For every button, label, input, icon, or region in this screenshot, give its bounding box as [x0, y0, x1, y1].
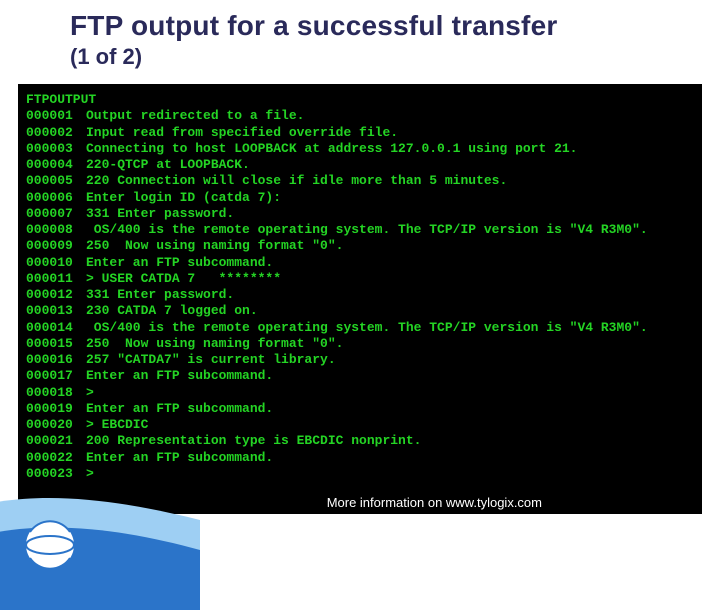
- slide-subtitle: (1 of 2): [70, 44, 720, 70]
- terminal-line: 000007 331 Enter password.: [26, 206, 694, 222]
- terminal-lineno: 000006: [26, 190, 86, 206]
- terminal-line: 000013 230 CATDA 7 logged on.: [26, 303, 694, 319]
- terminal-line-text: 250 Now using naming format "0".: [86, 238, 694, 254]
- terminal-lineno: 000010: [26, 255, 86, 271]
- terminal-line: 000003 Connecting to host LOOPBACK at ad…: [26, 141, 694, 157]
- terminal-line-text: Enter login ID (catda 7):: [86, 190, 694, 206]
- terminal-line: 000010 Enter an FTP subcommand.: [26, 255, 694, 271]
- terminal-line: 000018 >: [26, 385, 694, 401]
- terminal-line-text: 257 "CATDA7" is current library.: [86, 352, 694, 368]
- terminal-lineno: 000019: [26, 401, 86, 417]
- terminal-line: 000006 Enter login ID (catda 7):: [26, 190, 694, 206]
- terminal-line-text: 200 Representation type is EBCDIC nonpri…: [86, 433, 694, 449]
- terminal-line: 000012 331 Enter password.: [26, 287, 694, 303]
- terminal-line-text: 220-QTCP at LOOPBACK.: [86, 157, 694, 173]
- terminal-line: 000008 OS/400 is the remote operating sy…: [26, 222, 694, 238]
- terminal-lineno: 000014: [26, 320, 86, 336]
- terminal-line: 000005 220 Connection will close if idle…: [26, 173, 694, 189]
- terminal-lineno: 000011: [26, 271, 86, 287]
- terminal-lineno: 000015: [26, 336, 86, 352]
- terminal-lineno: 000004: [26, 157, 86, 173]
- terminal-line: 000019 Enter an FTP subcommand.: [26, 401, 694, 417]
- terminal-lineno: 000013: [26, 303, 86, 319]
- terminal-line: 000004 220-QTCP at LOOPBACK.: [26, 157, 694, 173]
- terminal-line-text: 331 Enter password.: [86, 206, 694, 222]
- terminal-line-text: >: [86, 385, 694, 401]
- terminal-line-text: OS/400 is the remote operating system. T…: [86, 320, 694, 336]
- slide-title: FTP output for a successful transfer: [70, 10, 720, 42]
- terminal-line-text: 331 Enter password.: [86, 287, 694, 303]
- terminal-line-text: Output redirected to a file.: [86, 108, 694, 124]
- terminal-line: 000021 200 Representation type is EBCDIC…: [26, 433, 694, 449]
- terminal-header: FTPOUTPUT: [26, 92, 694, 108]
- terminal-lineno: 000007: [26, 206, 86, 222]
- terminal-lineno: 000003: [26, 141, 86, 157]
- decorative-swoosh-icon: [0, 450, 200, 610]
- terminal-line-text: 230 CATDA 7 logged on.: [86, 303, 694, 319]
- terminal-line-text: Enter an FTP subcommand.: [86, 368, 694, 384]
- terminal-lineno: 000008: [26, 222, 86, 238]
- terminal-line-text: 220 Connection will close if idle more t…: [86, 173, 694, 189]
- terminal-line: 000015 250 Now using naming format "0".: [26, 336, 694, 352]
- terminal-lineno: 000001: [26, 108, 86, 124]
- slide-title-block: FTP output for a successful transfer (1 …: [0, 0, 720, 78]
- terminal-lineno: 000005: [26, 173, 86, 189]
- terminal-line-text: OS/400 is the remote operating system. T…: [86, 222, 694, 238]
- terminal-line-text: Enter an FTP subcommand.: [86, 255, 694, 271]
- terminal-lineno: 000009: [26, 238, 86, 254]
- terminal-lineno: 000021: [26, 433, 86, 449]
- more-info-text: More information on www.tylogix.com: [327, 495, 542, 510]
- terminal-line: 000009 250 Now using naming format "0".: [26, 238, 694, 254]
- terminal-lineno: 000016: [26, 352, 86, 368]
- terminal-lineno: 000012: [26, 287, 86, 303]
- terminal-body: 000001 Output redirected to a file.00000…: [26, 108, 694, 482]
- terminal-line: 000011 > USER CATDA 7 ********: [26, 271, 694, 287]
- terminal-line-text: > EBCDIC: [86, 417, 694, 433]
- terminal-lineno: 000017: [26, 368, 86, 384]
- terminal-line-text: Enter an FTP subcommand.: [86, 401, 694, 417]
- terminal-line: 000020 > EBCDIC: [26, 417, 694, 433]
- terminal-line-text: Input read from specified override file.: [86, 125, 694, 141]
- terminal-line-text: Connecting to host LOOPBACK at address 1…: [86, 141, 694, 157]
- terminal-line-text: > USER CATDA 7 ********: [86, 271, 694, 287]
- terminal-line: 000014 OS/400 is the remote operating sy…: [26, 320, 694, 336]
- terminal-line: 000002 Input read from specified overrid…: [26, 125, 694, 141]
- terminal-lineno: 000018: [26, 385, 86, 401]
- terminal-lineno: 000020: [26, 417, 86, 433]
- terminal-line-text: 250 Now using naming format "0".: [86, 336, 694, 352]
- terminal-lineno: 000002: [26, 125, 86, 141]
- terminal-line: 000017 Enter an FTP subcommand.: [26, 368, 694, 384]
- terminal-line: 000016 257 "CATDA7" is current library.: [26, 352, 694, 368]
- terminal-line: 000001 Output redirected to a file.: [26, 108, 694, 124]
